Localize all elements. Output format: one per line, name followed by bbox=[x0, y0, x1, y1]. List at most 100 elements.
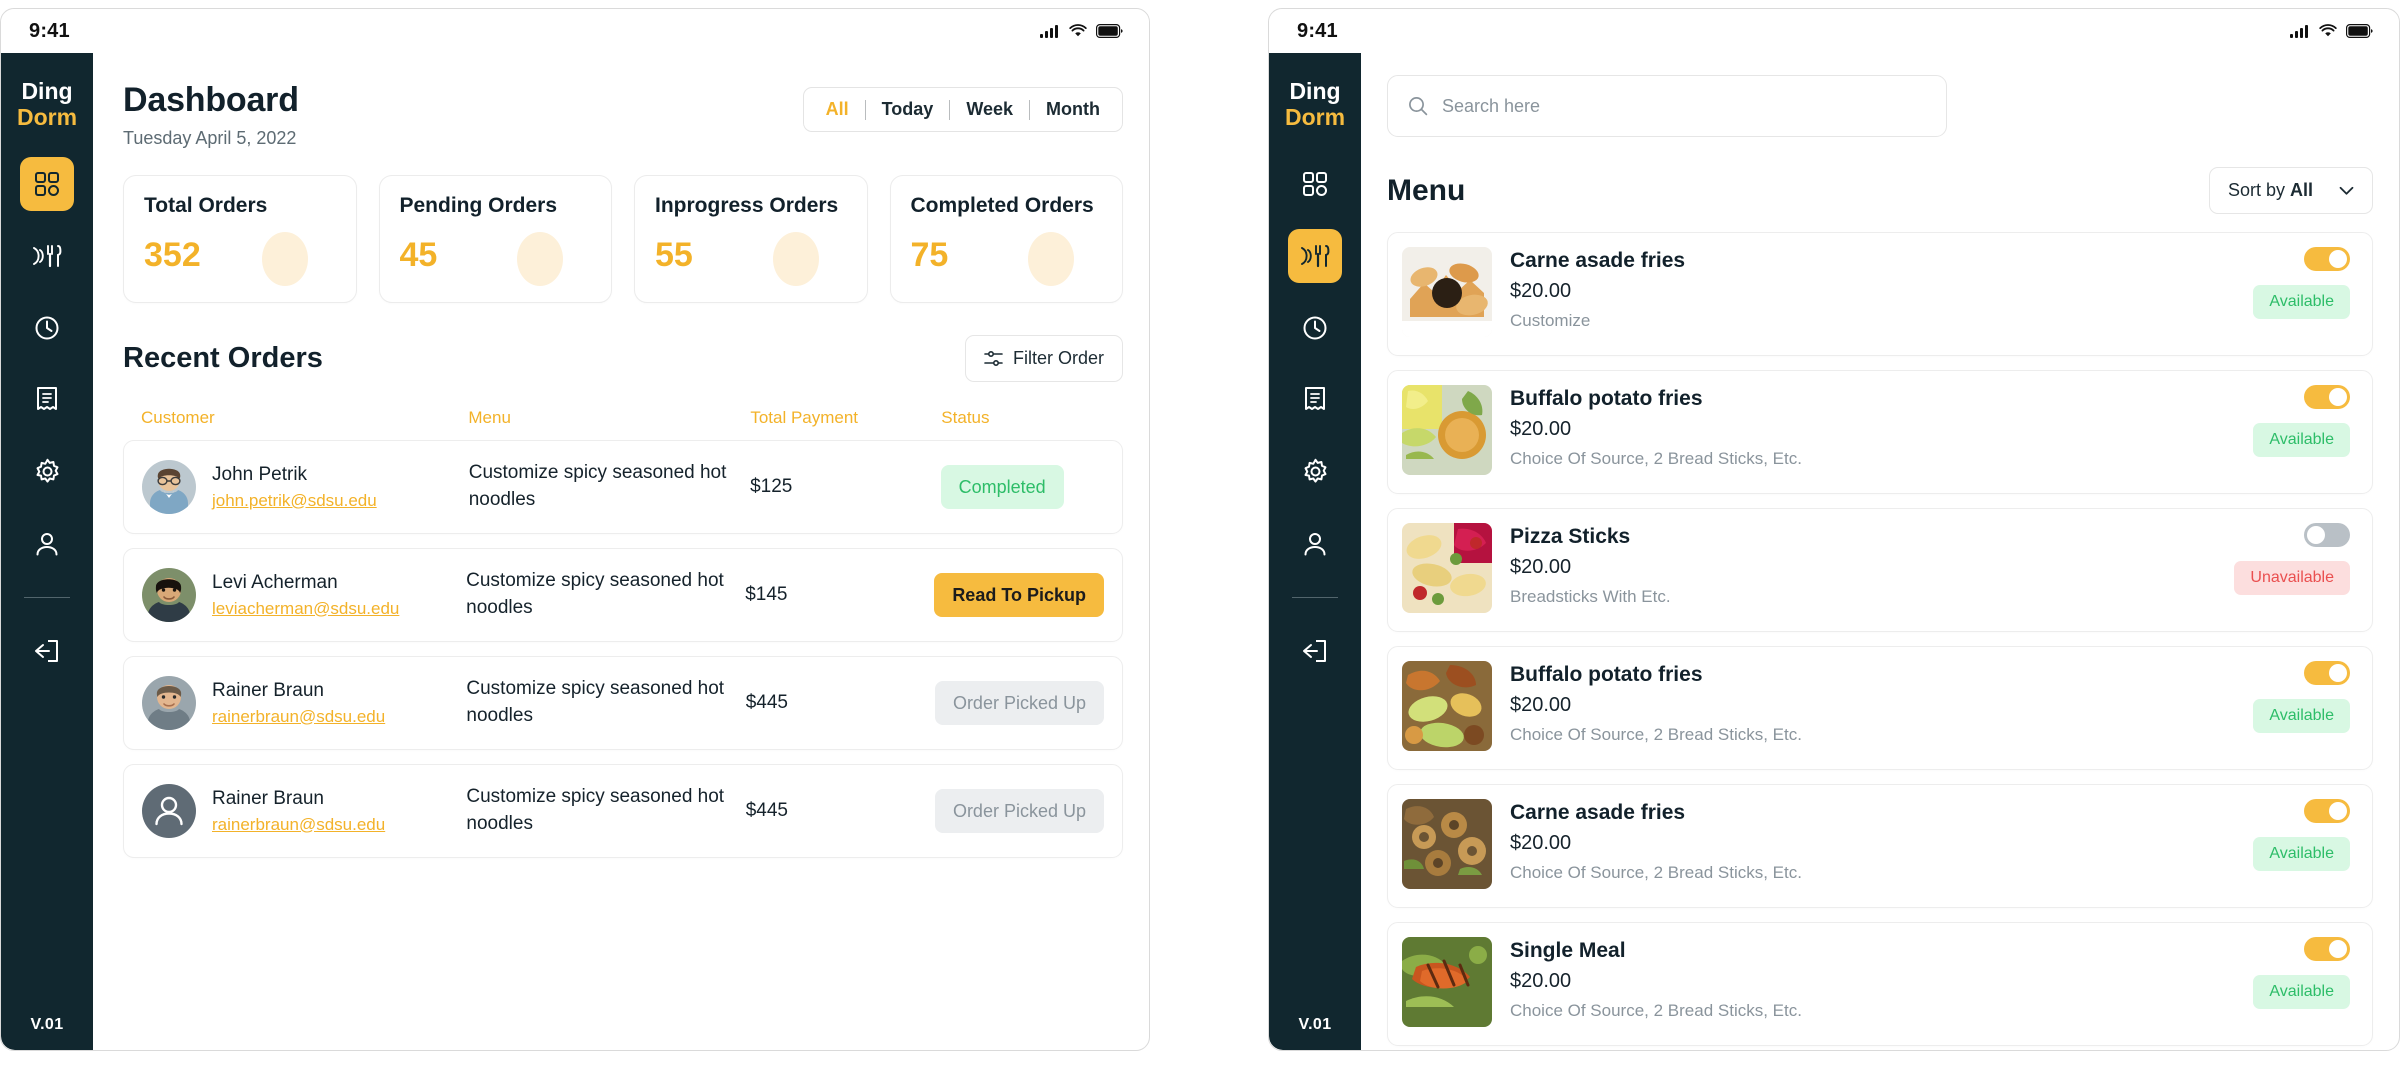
list-item[interactable]: Buffalo potato fries $20.00 Choice Of So… bbox=[1387, 646, 2373, 770]
decorative-blob bbox=[517, 232, 563, 286]
search-bar[interactable] bbox=[1387, 75, 1947, 137]
brand-logo: Ding Dorm bbox=[1285, 78, 1345, 131]
sidebar-item-menu[interactable] bbox=[20, 229, 74, 283]
sidebar-nav bbox=[1, 156, 93, 589]
order-status-cell: Completed bbox=[940, 465, 1104, 509]
sidebar-item-menu[interactable] bbox=[1288, 228, 1342, 283]
sidebar-item-history[interactable] bbox=[1288, 301, 1342, 355]
table-row[interactable]: John Petrik john.petrik@sdsu.edu Customi… bbox=[123, 440, 1123, 534]
section-title: Recent Orders bbox=[123, 342, 323, 374]
status-bar-left: 9:41 bbox=[1, 9, 1149, 53]
stat-card-total-orders: Total Orders 352 bbox=[123, 175, 357, 303]
availability-toggle[interactable] bbox=[2304, 523, 2350, 547]
availability-toggle[interactable] bbox=[2304, 799, 2350, 823]
list-item[interactable]: Carne asade fries $20.00 Customize Avail… bbox=[1387, 232, 2373, 356]
range-filter-tabs: All Today Week Month bbox=[802, 87, 1123, 132]
list-item[interactable]: Single Meal $20.00 Choice Of Source, 2 B… bbox=[1387, 922, 2373, 1046]
filter-order-button[interactable]: Filter Order bbox=[964, 335, 1123, 382]
user-icon bbox=[36, 532, 58, 555]
sidebar-right: Ding Dorm V.01 bbox=[1269, 53, 1361, 1050]
tab-all[interactable]: All bbox=[810, 92, 865, 127]
customer-email[interactable]: rainerbraun@sdsu.edu bbox=[212, 707, 385, 727]
item-thumbnail bbox=[1402, 247, 1492, 337]
customer-info: Levi Acherman leviacherman@sdsu.edu bbox=[212, 572, 399, 619]
status-badge: Available bbox=[2253, 285, 2350, 319]
item-name: Carne asade fries bbox=[1510, 249, 1686, 272]
customer-email[interactable]: leviacherman@sdsu.edu bbox=[212, 599, 399, 619]
toggle-knob bbox=[2329, 388, 2347, 406]
availability-toggle[interactable] bbox=[2304, 247, 2350, 271]
list-item[interactable]: Buffalo potato fries $20.00 Choice Of So… bbox=[1387, 370, 2373, 494]
availability-toggle[interactable] bbox=[2304, 661, 2350, 685]
item-price: $20.00 bbox=[1510, 970, 1572, 992]
order-menu: Customize spicy seasoned hot noodles bbox=[466, 678, 725, 726]
sidebar-item-logout[interactable] bbox=[1288, 624, 1342, 678]
decorative-blob bbox=[1028, 232, 1074, 286]
sidebar-item-profile[interactable] bbox=[1288, 517, 1342, 571]
sidebar-item-dashboard[interactable] bbox=[20, 156, 74, 211]
item-controls: Available bbox=[2253, 937, 2350, 1009]
item-description: Choice Of Source, 2 Bread Sticks, Etc. bbox=[1510, 863, 1802, 882]
gear-icon bbox=[36, 458, 58, 483]
status-badge[interactable]: Read To Pickup bbox=[934, 573, 1105, 617]
table-row[interactable]: Rainer Braun rainerbraun@sdsu.edu Custom… bbox=[123, 764, 1123, 858]
avatar bbox=[142, 568, 196, 622]
dashboard-panel: 9:41 Ding Dorm V.01 Dashboard Tuesday Ap… bbox=[0, 8, 1150, 1051]
sidebar-item-settings[interactable] bbox=[20, 445, 74, 499]
logout-icon bbox=[35, 639, 58, 662]
sidebar-item-history[interactable] bbox=[20, 301, 74, 355]
list-item[interactable]: Carne asade fries $20.00 Choice Of Sourc… bbox=[1387, 784, 2373, 908]
item-thumbnail bbox=[1402, 937, 1492, 1027]
item-details: Single Meal $20.00 Choice Of Source, 2 B… bbox=[1510, 937, 1802, 1021]
dashboard-header: Dashboard Tuesday April 5, 2022 All Toda… bbox=[123, 81, 1123, 149]
status-badge: Available bbox=[2253, 699, 2350, 733]
customer-email[interactable]: rainerbraun@sdsu.edu bbox=[212, 815, 385, 835]
item-thumbnail bbox=[1402, 799, 1492, 889]
search-input[interactable] bbox=[1442, 95, 1926, 117]
status-time: 9:41 bbox=[29, 19, 70, 42]
tab-month[interactable]: Month bbox=[1030, 92, 1116, 127]
sort-dropdown[interactable]: Sort by All bbox=[2208, 167, 2373, 214]
order-payment: $445 bbox=[745, 800, 788, 821]
item-controls: Unavailable bbox=[2234, 523, 2350, 595]
tab-week[interactable]: Week bbox=[950, 92, 1029, 127]
sidebar-item-settings[interactable] bbox=[1288, 445, 1342, 499]
list-item[interactable]: Pizza Sticks $20.00 Breadsticks With Etc… bbox=[1387, 508, 2373, 632]
sidebar-item-orders[interactable] bbox=[20, 373, 74, 427]
decorative-blob bbox=[261, 232, 308, 286]
item-price: $20.00 bbox=[1510, 832, 1572, 854]
stat-label: Completed Orders bbox=[910, 194, 1094, 217]
item-thumbnail bbox=[1402, 385, 1492, 475]
table-row[interactable]: Levi Acherman leviacherman@sdsu.edu Cust… bbox=[123, 548, 1123, 642]
availability-toggle[interactable] bbox=[2304, 385, 2350, 409]
page-title: Dashboard bbox=[123, 81, 299, 119]
toggle-knob bbox=[2329, 802, 2347, 820]
decorative-blob bbox=[772, 232, 819, 286]
brand-line-2: Dorm bbox=[16, 103, 78, 130]
customer-name: Levi Acherman bbox=[212, 571, 338, 593]
dashboard-content: Dashboard Tuesday April 5, 2022 All Toda… bbox=[93, 53, 1149, 1050]
clock-icon bbox=[1303, 316, 1327, 339]
stat-card-inprogress-orders: Inprogress Orders 55 bbox=[634, 175, 868, 303]
sidebar-item-profile[interactable] bbox=[20, 517, 74, 571]
menu-header: Menu Sort by All bbox=[1387, 167, 2373, 214]
table-row[interactable]: Rainer Braun rainerbraun@sdsu.edu Custom… bbox=[123, 656, 1123, 750]
item-thumbnail bbox=[1402, 523, 1492, 613]
sidebar-item-logout[interactable] bbox=[20, 624, 74, 678]
customer-email[interactable]: john.petrik@sdsu.edu bbox=[212, 491, 377, 511]
tab-today[interactable]: Today bbox=[866, 92, 950, 127]
customer-name: Rainer Braun bbox=[212, 679, 324, 701]
item-price: $20.00 bbox=[1510, 556, 1572, 578]
stat-label: Inprogress Orders bbox=[655, 194, 839, 217]
receipt-icon bbox=[37, 387, 57, 410]
toggle-knob bbox=[2307, 526, 2325, 544]
availability-toggle[interactable] bbox=[2304, 937, 2350, 961]
version-label-right: V.01 bbox=[1298, 1016, 1332, 1033]
item-details: Carne asade fries $20.00 Customize bbox=[1510, 247, 1685, 331]
item-price: $20.00 bbox=[1510, 418, 1572, 440]
cellular-signal-icon bbox=[2290, 25, 2308, 38]
column-header-status: Status bbox=[941, 408, 990, 427]
sidebar-item-dashboard[interactable] bbox=[1288, 157, 1342, 211]
sidebar-item-orders[interactable] bbox=[1288, 373, 1342, 427]
item-description: Choice Of Source, 2 Bread Sticks, Etc. bbox=[1510, 449, 1802, 468]
